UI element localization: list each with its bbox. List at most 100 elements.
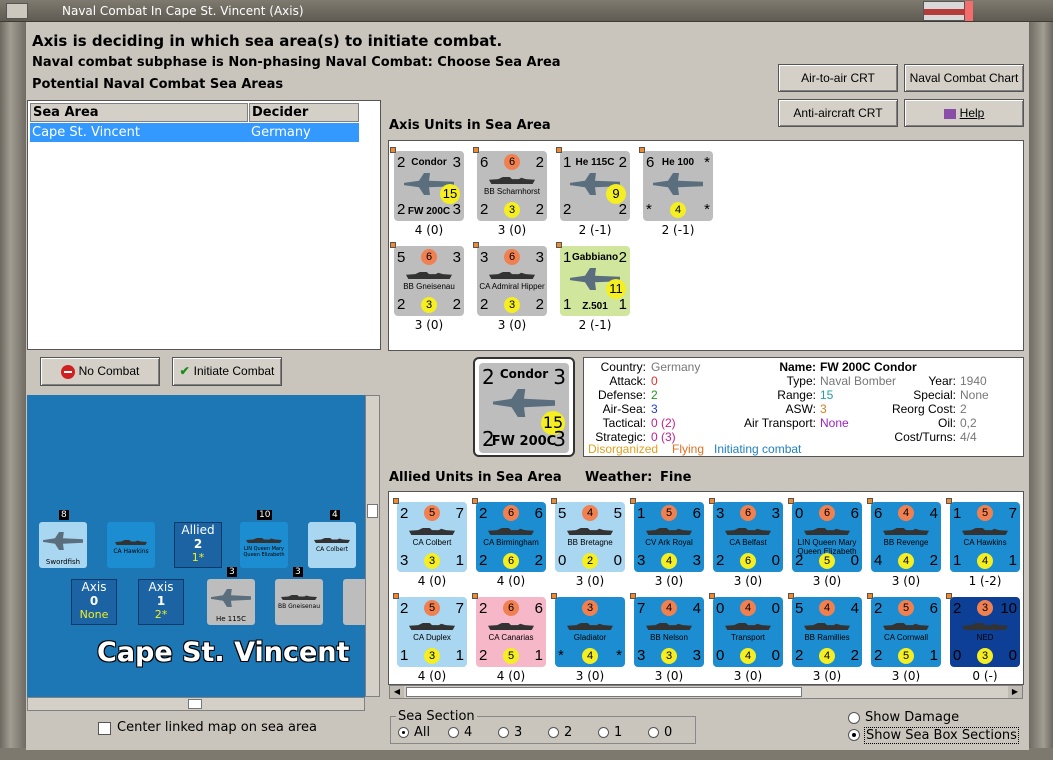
selected-unit-counter: 2 Condor 3 15 2 FW 200C 3 xyxy=(473,357,575,457)
allied-horizontal-scrollbar[interactable]: ◀ ▶ xyxy=(389,685,1023,699)
top-left-value: 5 xyxy=(397,249,406,266)
attack-badge: 5 xyxy=(661,505,677,521)
scroll-left-icon[interactable]: ◀ xyxy=(390,686,404,698)
unit-counter[interactable]: 2 6 2 2 CA Birmingham 6 6 xyxy=(472,498,546,572)
unit-counter[interactable]: 7 4 3 3 BB Nelson 4 3 xyxy=(630,593,704,667)
unit-counter[interactable]: 2 7 1 1 CA Duplex 5 3 xyxy=(393,593,467,667)
unit-counter[interactable]: 5 4 2 2 BB Ramillies 4 4 xyxy=(788,593,862,667)
unit-counter[interactable]: 2 10 0 0 NED 3 3 xyxy=(946,593,1020,667)
map-stack-gneisenau[interactable]: BB Gneisenau xyxy=(275,579,323,625)
unit-counter[interactable]: 1 6 3 3 CV Ark Royal 5 4 xyxy=(630,498,704,572)
naval-combat-chart-button[interactable]: Naval Combat Chart xyxy=(904,64,1024,92)
map-hscroll-thumb[interactable] xyxy=(188,699,202,709)
unit-counter[interactable]: 5 3 2 2 BB Gneisenau 6 3 xyxy=(390,242,464,316)
unit-name: CA Belfast xyxy=(729,538,767,547)
axis-units-panel[interactable]: 2 3 2 3 Condor FW 200C 15 4 (0) 6 2 2 2 BB Scharnhor… xyxy=(388,140,1024,351)
anti-aircraft-crt-button[interactable]: Anti-aircraft CRT xyxy=(778,99,898,127)
radio-selected-dot xyxy=(402,731,405,734)
attack-badge: 6 xyxy=(504,249,520,265)
unit-counter[interactable]: 6 4 4 2 BB Revenge 4 4 xyxy=(867,498,941,572)
unit-caption: 2 (-1) xyxy=(661,223,695,237)
scrollbar-thumb[interactable] xyxy=(406,687,802,697)
unit-counter[interactable]: 2 6 2 1 CA Canarias 6 5 xyxy=(472,593,546,667)
top-left-value: 2 xyxy=(400,600,409,617)
top-right-value: 3 xyxy=(452,249,461,266)
unit-counter[interactable]: 2 3 2 3 Condor FW 200C 15 xyxy=(390,147,464,221)
top-right-value: 5 xyxy=(613,505,622,522)
map-stack-count-3: 4 xyxy=(330,510,340,520)
attack-badge: 5 xyxy=(898,600,914,616)
map-stack-partial[interactable] xyxy=(343,579,365,625)
unit-counter[interactable]: 1 2 1 1 Gabbiano Z.501 11 xyxy=(556,242,630,316)
bottom-left-value: 2 xyxy=(480,201,489,218)
initiate-combat-button[interactable]: ✔ Initiate Combat xyxy=(172,357,282,386)
allied-box-sub: 1* xyxy=(191,551,205,564)
show-damage-radio[interactable] xyxy=(848,712,860,724)
unit-counter[interactable]: 2 7 3 1 CA Colbert 5 3 xyxy=(393,498,467,572)
sea-area-list[interactable]: Sea Area Decider Cape St. Vincent German… xyxy=(27,100,381,350)
map-stack-hawkins[interactable]: CA Hawkins xyxy=(107,522,155,568)
map-stack-swordfish[interactable]: Swordfish xyxy=(39,522,87,568)
sea-section-radio-3[interactable] xyxy=(548,727,559,738)
map-stack-he115[interactable]: He 115C xyxy=(207,579,255,625)
air-to-air-crt-button[interactable]: Air-to-air CRT xyxy=(778,64,898,92)
sea-section-radio-0[interactable] xyxy=(398,727,409,738)
map-vertical-scrollbar[interactable] xyxy=(365,395,380,697)
center-map-checkbox[interactable] xyxy=(98,722,111,735)
top-right-value: 10 xyxy=(1000,600,1017,617)
unit-counter[interactable]: 0 0 0 0 Transport 4 4 xyxy=(709,593,783,667)
no-combat-button[interactable]: No Combat xyxy=(40,357,160,386)
sea-section-radio-4[interactable] xyxy=(598,727,609,738)
top-left-value: 0 xyxy=(795,505,804,522)
defense-badge: 3 xyxy=(977,648,993,664)
unit-counter[interactable]: 3 3 2 0 CA Belfast 6 6 xyxy=(709,498,783,572)
ship-icon xyxy=(246,538,282,543)
sea-section-radio-1[interactable] xyxy=(448,727,459,738)
sea-map[interactable]: Swordfish 8 CA Hawkins Allied 2 1* LIN Q… xyxy=(27,395,365,697)
unit-counter[interactable]: 5 5 0 0 BB Bretagne 4 2 xyxy=(551,498,625,572)
unit-counter[interactable]: 2 6 2 1 CA Cornwall 5 5 xyxy=(867,593,941,667)
unit-marker xyxy=(473,242,479,248)
attack-badge: 4 xyxy=(740,600,756,616)
top-right-value: 6 xyxy=(692,505,701,522)
unit-counter[interactable]: 0 6 2 0 LIN Queen Mary Queen Elizabeth 6 5 xyxy=(788,498,862,572)
unit-counter[interactable]: 6 * * * He 100 4 xyxy=(639,147,713,221)
reorg-label: Reorg Cost: xyxy=(891,402,956,416)
unit-counter[interactable]: 1 7 1 1 CA Hawkins 5 4 xyxy=(946,498,1020,572)
axis-control-box-1: Axis 0 None xyxy=(71,579,117,625)
map-stack-colbert[interactable]: CA Colbert xyxy=(308,522,356,568)
map-vscroll-thumb[interactable] xyxy=(367,504,378,518)
sea-section-option-label: 0 xyxy=(664,725,673,740)
axis-box-2-label: Axis xyxy=(148,580,174,594)
top-left-value: 0 xyxy=(716,600,725,617)
col-decider[interactable]: Decider xyxy=(249,103,359,122)
show-sections-radio[interactable] xyxy=(848,729,860,741)
table-row[interactable]: Cape St. Vincent Germany xyxy=(30,123,359,142)
unit-name: CA Duplex xyxy=(413,633,451,642)
ship-icon xyxy=(567,623,613,630)
scroll-right-icon[interactable]: ▶ xyxy=(1008,686,1022,698)
sea-section-radio-5[interactable] xyxy=(648,727,659,738)
allied-units-panel[interactable]: 2 7 3 1 CA Colbert 5 3 4 (0) 2 6 2 2 CA Birmingham 6 6… xyxy=(388,491,1024,685)
map-stack-qe[interactable]: LIN Queen Mary Queen Elizabeth xyxy=(240,522,288,568)
map-horizontal-scrollbar[interactable] xyxy=(27,697,365,711)
top-left-value: 6 xyxy=(480,154,489,171)
unit-counter[interactable]: 6 2 2 2 BB Scharnhorst 6 3 xyxy=(473,147,547,221)
axis-box-2-value: 1 xyxy=(156,594,166,608)
defense-badge: 5 xyxy=(503,648,519,664)
window-title-bar[interactable]: Naval Combat In Cape St. Vincent (Axis) xyxy=(0,0,1053,22)
unit-counter[interactable]: * * Gladiator 3 4 xyxy=(551,593,625,667)
status-line-3: Potential Naval Combat Sea Areas xyxy=(32,77,284,92)
unit-counter[interactable]: 3 3 2 2 CA Admiral Hipper 6 3 xyxy=(473,242,547,316)
unit-counter[interactable]: 1 2 2 2 He 115C 9 xyxy=(556,147,630,221)
help-button[interactable]: Help xyxy=(904,99,1024,127)
unit-marker xyxy=(867,498,873,504)
name-value: FW 200C Condor xyxy=(820,360,917,374)
col-sea-area[interactable]: Sea Area xyxy=(30,103,248,122)
top-right-value: 4 xyxy=(850,600,859,617)
sel-top-right: 3 xyxy=(553,365,566,389)
window-system-menu[interactable] xyxy=(6,3,28,19)
attack-badge: 6 xyxy=(740,505,756,521)
sea-section-radio-2[interactable] xyxy=(498,727,509,738)
sea-section-option-label: 3 xyxy=(514,725,523,740)
